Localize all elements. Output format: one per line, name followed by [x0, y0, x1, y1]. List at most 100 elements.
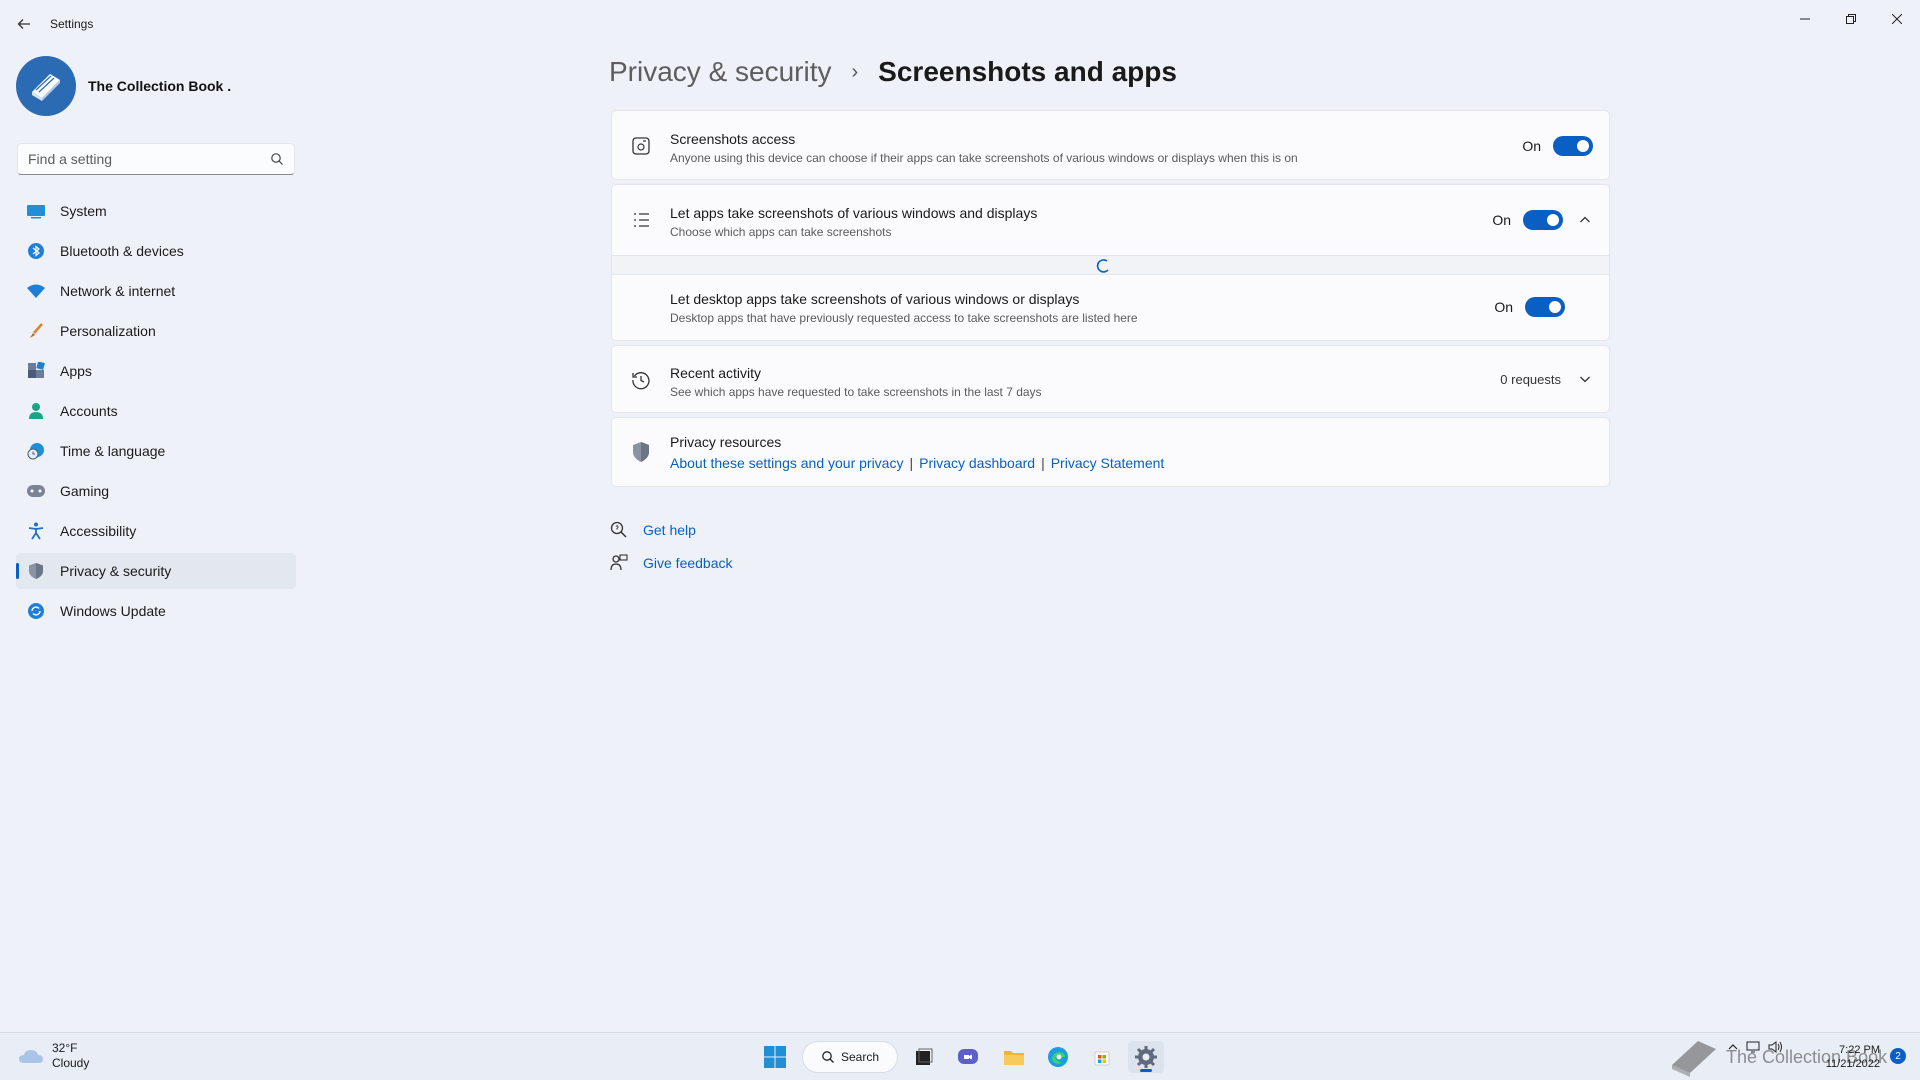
let-apps-toggle[interactable] — [1523, 210, 1563, 230]
clock-globe-icon — [26, 441, 46, 461]
folder-icon — [1004, 1051, 1024, 1065]
sidebar-item-accounts[interactable]: Accounts — [16, 393, 296, 429]
gamepad-icon — [26, 481, 46, 501]
brush-icon — [26, 321, 46, 341]
taskbar: 32°F Cloudy Search The Collection Book 7… — [0, 1032, 1920, 1080]
sidebar-item-label: Network & internet — [60, 283, 176, 299]
sidebar-item-apps[interactable]: Apps — [16, 353, 296, 389]
give-feedback-link[interactable]: Give feedback — [643, 555, 733, 571]
weather-condition: Cloudy — [52, 1056, 90, 1070]
sidebar-item-windows-update[interactable]: Windows Update — [16, 593, 296, 629]
chevron-up-icon[interactable] — [1577, 212, 1593, 228]
minimize-button[interactable] — [1782, 4, 1828, 34]
setting-description: Desktop apps that have previously reques… — [670, 311, 1138, 325]
store-icon — [1094, 1051, 1110, 1066]
back-button[interactable] — [12, 12, 36, 36]
taskbar-search[interactable]: Search — [802, 1041, 898, 1073]
accessibility-icon — [26, 521, 46, 541]
network-icon[interactable] — [1746, 1041, 1760, 1056]
settings-search[interactable] — [17, 143, 295, 175]
sidebar-item-time-language[interactable]: Time & language — [16, 433, 296, 469]
sidebar-item-label: Windows Update — [60, 603, 166, 619]
sidebar-item-network[interactable]: Network & internet — [16, 273, 296, 309]
get-help-row[interactable]: Get help — [609, 520, 696, 540]
system-icon — [26, 201, 46, 221]
setting-title: Privacy resources — [670, 434, 782, 450]
breadcrumb: Privacy & security › Screenshots and app… — [609, 56, 1177, 88]
edge-browser-button[interactable] — [1040, 1041, 1076, 1073]
active-app-indicator — [1140, 1069, 1152, 1072]
start-button[interactable] — [757, 1041, 793, 1073]
sidebar-item-privacy-security[interactable]: Privacy & security — [16, 553, 296, 589]
book-avatar-icon — [32, 74, 60, 101]
let-apps-header[interactable]: Let apps take screenshots of various win… — [612, 185, 1609, 255]
setting-description: See which apps have requested to take sc… — [670, 385, 1042, 399]
setting-title: Let apps take screenshots of various win… — [670, 205, 1038, 221]
sidebar-item-bluetooth[interactable]: Bluetooth & devices — [16, 233, 296, 269]
cloud-icon — [19, 1050, 43, 1063]
sidebar-item-label: Bluetooth & devices — [60, 243, 184, 259]
shield-icon — [630, 441, 652, 463]
toggle-state-label: On — [1494, 299, 1513, 315]
weather-widget[interactable]: 32°F Cloudy — [18, 1041, 89, 1071]
user-profile[interactable]: The Collection Book . — [16, 56, 231, 116]
title-bar: Settings — [0, 0, 1920, 46]
gear-icon — [1135, 1046, 1157, 1068]
privacy-links: About these settings and your privacy | Pr… — [670, 455, 1164, 471]
close-icon — [1892, 14, 1902, 24]
desktop-apps-toggle[interactable] — [1525, 297, 1565, 317]
settings-app-button[interactable] — [1128, 1041, 1164, 1073]
setting-description: Anyone using this device can choose if t… — [670, 151, 1298, 165]
file-explorer-button[interactable] — [996, 1041, 1032, 1073]
sidebar-item-label: Privacy & security — [60, 563, 172, 579]
task-view-button[interactable] — [906, 1041, 942, 1073]
chat-app-button[interactable] — [950, 1041, 986, 1073]
link-separator: | — [909, 455, 914, 471]
windows-logo-icon — [764, 1046, 786, 1068]
setting-title: Let desktop apps take screenshots of var… — [670, 291, 1080, 307]
sidebar-item-label: System — [60, 203, 107, 219]
sidebar-item-gaming[interactable]: Gaming — [16, 473, 296, 509]
search-icon — [822, 1051, 834, 1063]
wifi-icon — [26, 281, 46, 301]
profile-name: The Collection Book . — [88, 78, 232, 94]
clock-date: 11/21/2022 — [1825, 1058, 1880, 1070]
sidebar-item-system[interactable]: System — [16, 193, 296, 229]
store-button[interactable] — [1084, 1041, 1120, 1073]
clock[interactable]: 7:22 PM 11/21/2022 — [1826, 1043, 1880, 1071]
book-watermark-icon — [1672, 1041, 1716, 1077]
history-icon — [630, 369, 652, 391]
chevron-down-icon[interactable] — [1577, 371, 1593, 387]
sidebar-item-accessibility[interactable]: Accessibility — [16, 513, 296, 549]
get-help-link[interactable]: Get help — [643, 522, 696, 538]
close-button[interactable] — [1874, 4, 1920, 34]
back-arrow-icon — [17, 19, 30, 29]
link-separator: | — [1041, 455, 1045, 471]
minimize-icon — [1800, 18, 1810, 20]
screenshots-access-toggle[interactable] — [1553, 136, 1593, 156]
privacy-dashboard-link[interactable]: Privacy dashboard — [919, 455, 1035, 471]
setting-title: Screenshots access — [670, 131, 796, 147]
sidebar-item-label: Gaming — [60, 483, 110, 499]
edge-icon — [1048, 1047, 1068, 1067]
sidebar-item-label: Time & language — [60, 443, 166, 459]
task-view-icon — [916, 1048, 933, 1065]
restore-button[interactable] — [1828, 4, 1874, 34]
settings-window: Settings The Collection Book . Find a se… — [0, 0, 1920, 1032]
help-chat-icon — [609, 520, 629, 540]
screenshot-icon — [630, 135, 652, 157]
recent-activity-card[interactable]: Recent activity See which apps have requ… — [611, 345, 1610, 413]
privacy-statement-link[interactable]: Privacy Statement — [1051, 455, 1165, 471]
restore-icon — [1846, 14, 1856, 24]
chevron-up-icon[interactable] — [1728, 1042, 1738, 1055]
notification-badge[interactable]: 2 — [1890, 1048, 1906, 1064]
about-privacy-link[interactable]: About these settings and your privacy — [670, 455, 903, 471]
search-input[interactable] — [28, 151, 270, 167]
breadcrumb-parent-link[interactable]: Privacy & security — [609, 56, 832, 88]
sidebar-item-label: Accessibility — [60, 523, 137, 539]
breadcrumb-separator: › — [851, 60, 859, 83]
give-feedback-row[interactable]: Give feedback — [609, 553, 733, 573]
toggle-state-label: On — [1492, 212, 1511, 228]
volume-icon[interactable] — [1768, 1041, 1784, 1056]
sidebar-item-personalization[interactable]: Personalization — [16, 313, 296, 349]
